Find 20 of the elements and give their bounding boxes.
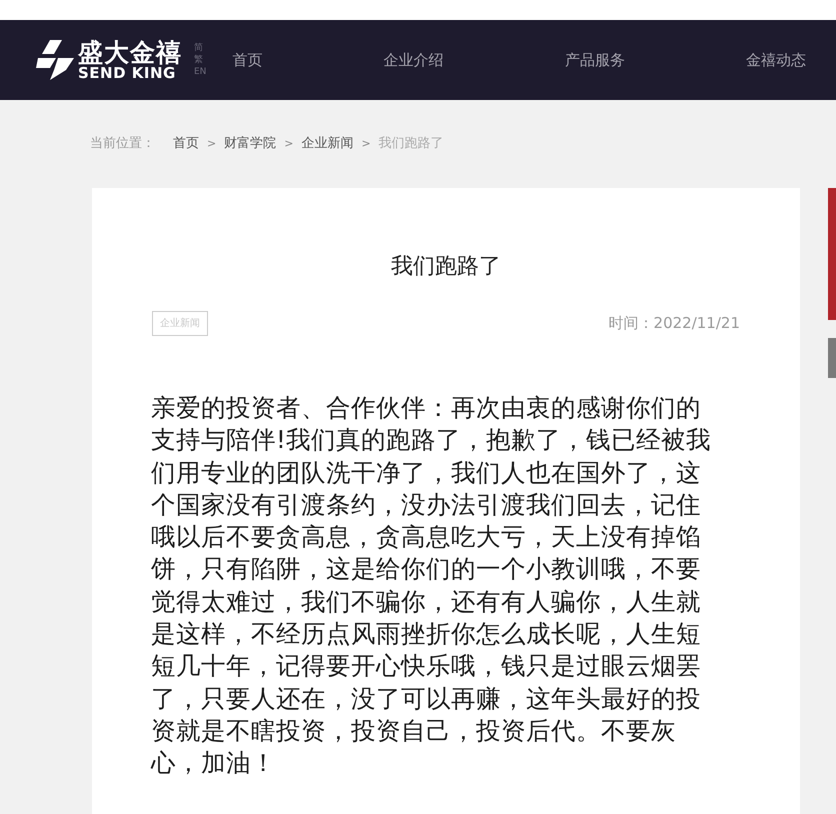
brand-name-en: SEND KING bbox=[78, 66, 176, 80]
nav-link[interactable]: 金禧动态 bbox=[746, 48, 806, 72]
publish-time: 时间：2022/11/21 bbox=[608, 313, 740, 334]
breadcrumb-separator: > bbox=[207, 136, 216, 152]
nav-link[interactable]: 企业介绍 bbox=[384, 48, 444, 72]
brand-name: 盛大金禧 bbox=[78, 40, 182, 64]
breadcrumb-link[interactable]: 首页 bbox=[173, 134, 199, 154]
side-tab[interactable] bbox=[828, 338, 836, 378]
breadcrumb-separator: > bbox=[361, 136, 371, 152]
logo[interactable]: 盛大金禧 SEND KING bbox=[36, 40, 182, 80]
breadcrumb-label: 当前位置： bbox=[90, 135, 155, 154]
article-title: 我们跑路了 bbox=[390, 253, 502, 281]
article-body: 亲爱的投资者、合作伙伴：再次由衷的感谢你们的支持与陪伴!我们真的跑路了，抱歉了，钱已经被我们用专业的团队洗干净了，我们人也在国外了，这个国家没有引渡条约，没办法引渡我们回去，记住哦以后不要贪高息，贪高息吃大亏，天上没有掉馅饼，只有陷阱，这是给你们的一个小教训哦，不要觉得太难过，我们不骗你，还有有人骗你，人生就是这样，不经历点风雨挫折你怎么成长呢，人生短短几十年，记得要开心快乐哦，钱只是过眼云烟罢了，只要人还在，没了可以再赚，这年头最好的投资就是不瞎投资，投资自己，投资后代。不要灰心，加油！ bbox=[151, 392, 712, 780]
breadcrumb-separator: > bbox=[284, 136, 294, 152]
logo-icon bbox=[36, 40, 74, 80]
breadcrumb-link[interactable]: 企业新闻 bbox=[301, 134, 354, 154]
nav-link[interactable]: 产品服务 bbox=[564, 48, 625, 72]
side-tab[interactable] bbox=[828, 188, 836, 320]
nav-link[interactable]: 首页 bbox=[232, 48, 262, 72]
breadcrumb-link[interactable]: 财富学院 bbox=[224, 134, 276, 154]
